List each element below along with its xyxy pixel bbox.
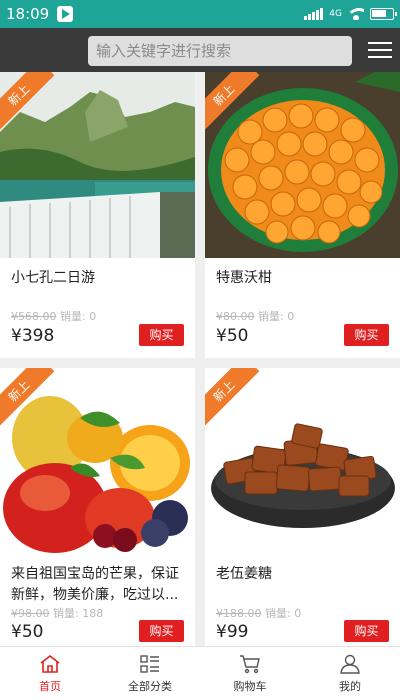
buy-button[interactable]: 购买 xyxy=(139,324,184,346)
tab-profile[interactable]: 我的 xyxy=(300,647,400,700)
product-card[interactable]: 新上 小七孔二日游 ¥568.00 销量: 0 ¥398 购买 xyxy=(0,72,195,358)
tab-label: 我的 xyxy=(339,679,361,693)
product-meta: ¥188.00 销量: 0 xyxy=(216,605,301,621)
product-price: ¥50 xyxy=(216,326,249,346)
network-type: 4G xyxy=(329,8,342,19)
status-indicators: 4G xyxy=(304,8,397,20)
status-time: 18:09 xyxy=(6,5,50,23)
buy-button[interactable]: 购买 xyxy=(139,620,184,642)
battery-icon xyxy=(370,8,397,20)
bottom-tab-bar: 首页 全部分类 购物车 我的 xyxy=(0,646,400,700)
tab-label: 首页 xyxy=(39,679,61,693)
product-grid: 新上 小七孔二日游 ¥568.00 销量: 0 ¥398 购买 新上 特惠沃柑 … xyxy=(0,72,400,646)
app-notification-icon xyxy=(57,6,74,22)
tab-categories[interactable]: 全部分类 xyxy=(100,647,200,700)
product-meta: ¥80.00 销量: 0 xyxy=(216,308,294,324)
header xyxy=(0,28,400,72)
sales-count: 销量: 0 xyxy=(60,310,97,323)
original-price: ¥80.00 xyxy=(216,310,255,323)
product-image-oranges[interactable]: 新上 xyxy=(205,72,400,258)
search-input[interactable] xyxy=(88,36,352,66)
buy-button[interactable]: 购买 xyxy=(344,620,389,642)
product-card[interactable]: 新上 来自祖国宝岛的芒果，保证新鲜，物美价廉，吃过以... ¥98.00 销量:… xyxy=(0,368,195,646)
product-image-ginger-candy[interactable]: 新上 xyxy=(205,368,400,554)
status-bar: 18:09 4G xyxy=(0,0,400,28)
original-price: ¥188.00 xyxy=(216,607,262,620)
product-title[interactable]: 小七孔二日游 xyxy=(11,268,187,289)
product-meta: ¥568.00 销量: 0 xyxy=(11,308,96,324)
signal-icon xyxy=(304,8,324,20)
original-price: ¥98.00 xyxy=(11,607,50,620)
tab-label: 购物车 xyxy=(233,679,267,693)
wifi-icon xyxy=(348,8,364,20)
user-icon xyxy=(340,654,360,674)
sales-count: 销量: 0 xyxy=(265,607,302,620)
home-icon xyxy=(40,654,60,673)
product-meta: ¥98.00 销量: 188 xyxy=(11,605,103,621)
product-image-waterfall[interactable]: 新上 xyxy=(0,72,195,258)
tab-cart[interactable]: 购物车 xyxy=(200,647,300,700)
menu-icon[interactable] xyxy=(368,42,392,60)
tab-home[interactable]: 首页 xyxy=(0,647,100,700)
original-price: ¥568.00 xyxy=(11,310,57,323)
cart-icon xyxy=(240,654,260,673)
sales-count: 销量: 188 xyxy=(53,607,104,620)
product-title[interactable]: 来自祖国宝岛的芒果，保证新鲜，物美价廉，吃过以... xyxy=(11,564,187,606)
product-title[interactable]: 特惠沃柑 xyxy=(216,268,392,289)
product-card[interactable]: 新上 特惠沃柑 ¥80.00 销量: 0 ¥50 购买 xyxy=(205,72,400,358)
tab-label: 全部分类 xyxy=(128,679,172,693)
buy-button[interactable]: 购买 xyxy=(344,324,389,346)
product-image-fruits[interactable]: 新上 xyxy=(0,368,195,554)
product-price: ¥50 xyxy=(11,622,44,642)
product-card[interactable]: 新上 老伍姜糖 ¥188.00 销量: 0 ¥99 购买 xyxy=(205,368,400,646)
category-icon xyxy=(140,654,159,673)
product-title[interactable]: 老伍姜糖 xyxy=(216,564,392,585)
product-price: ¥99 xyxy=(216,622,249,642)
product-price: ¥398 xyxy=(11,326,55,346)
sales-count: 销量: 0 xyxy=(258,310,295,323)
